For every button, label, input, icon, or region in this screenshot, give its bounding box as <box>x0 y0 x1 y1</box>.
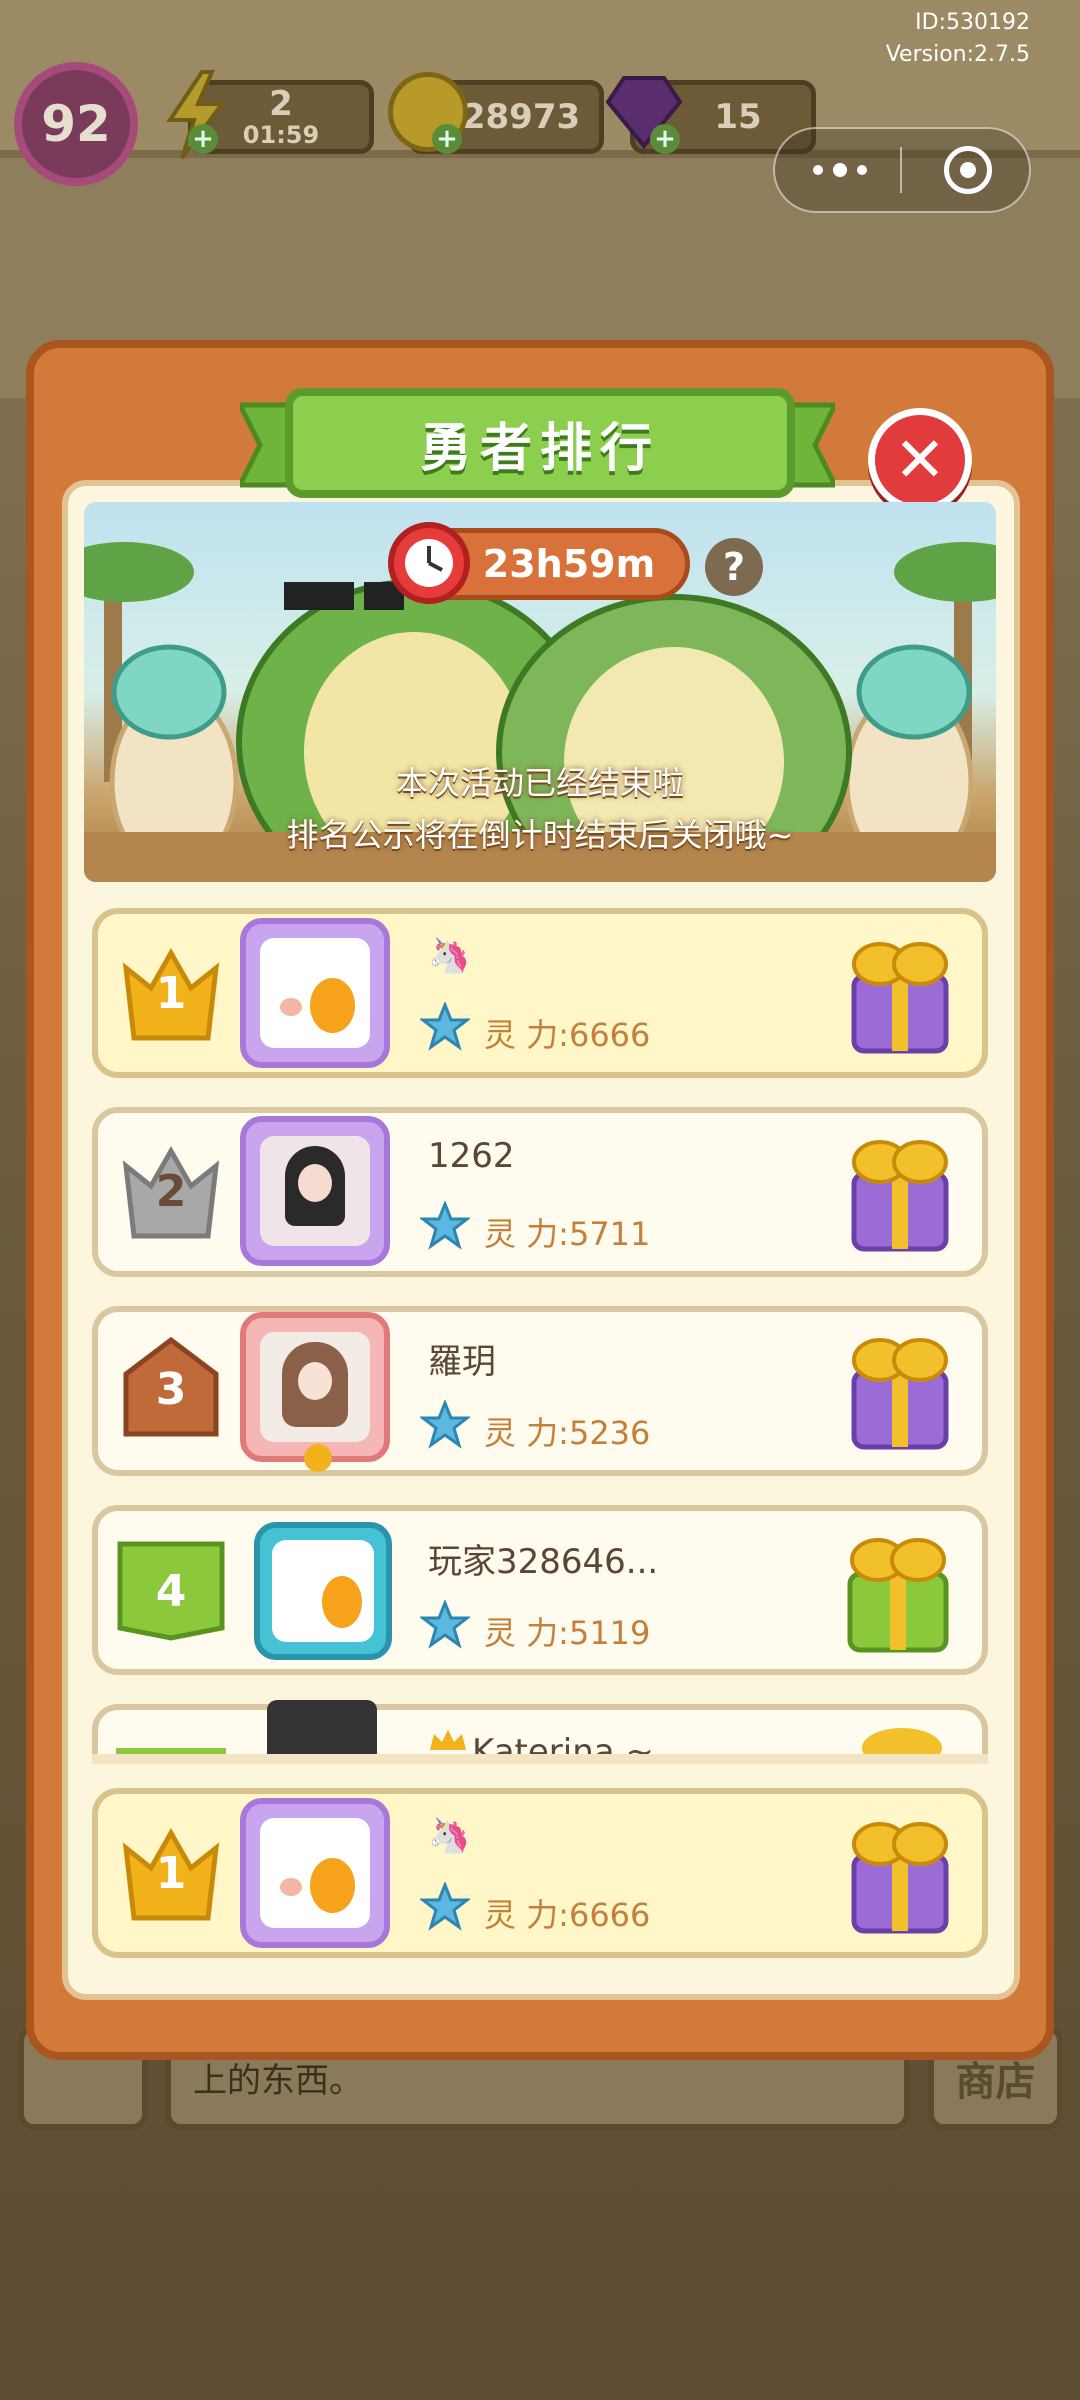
avatar-frame[interactable] <box>254 1522 392 1660</box>
rank-number: 3 <box>155 1363 187 1415</box>
plus-icon[interactable]: + <box>188 124 218 154</box>
purple-gift-icon[interactable] <box>840 1124 960 1252</box>
help-icon: ? <box>722 545 746 589</box>
duck-avatar <box>272 1540 374 1642</box>
cat-avatar-frame[interactable] <box>240 1312 390 1462</box>
plus-icon[interactable]: + <box>650 124 680 154</box>
more-options-icon[interactable] <box>800 150 880 190</box>
capsule-divider <box>900 147 902 193</box>
close-button[interactable]: ✕ <box>868 408 972 512</box>
modal-title: 勇者排行 <box>285 388 795 498</box>
spirit-power: 灵 力:6666 <box>484 1016 651 1054</box>
purple-gift-icon[interactable] <box>840 1322 960 1450</box>
spirit-power: 灵 力:5119 <box>484 1614 651 1652</box>
modal-title-text: 勇者排行 <box>419 418 660 479</box>
girl-avatar <box>260 1332 370 1442</box>
unicorn-avatar-frame[interactable] <box>240 1798 390 1948</box>
spirit-power: 灵 力:6666 <box>484 1896 651 1934</box>
player-name: 1262 <box>428 1136 515 1176</box>
gold-crown-badge: 1 <box>116 938 226 1048</box>
level-badge[interactable]: 92 <box>14 62 138 186</box>
crown-icon <box>428 1728 468 1752</box>
green-rank-badge: 4 <box>116 1536 226 1646</box>
unicorn-avatar-frame[interactable] <box>240 1116 390 1266</box>
spirit-power: 灵 力:5236 <box>484 1414 651 1452</box>
star-icon <box>418 1000 472 1052</box>
star-icon <box>418 1398 472 1450</box>
purple-gift-icon[interactable] <box>840 1806 960 1934</box>
purple-gift-icon[interactable] <box>840 926 960 1054</box>
duck-avatar <box>260 938 370 1048</box>
silver-crown-badge: 2 <box>116 1136 226 1246</box>
gold-crown-badge: 1 <box>116 1818 226 1928</box>
help-button[interactable]: ? <box>705 538 763 596</box>
lock-icon <box>304 1444 332 1472</box>
close-miniprogram-icon[interactable] <box>944 146 992 194</box>
bronze-badge: 3 <box>116 1334 226 1444</box>
player-name: 🦄 <box>428 936 471 976</box>
ranking-close-notice: 排名公示将在倒计时结束后关闭哦~ <box>286 816 794 854</box>
list-divider <box>92 1754 988 1764</box>
alarm-clock-icon <box>388 522 470 604</box>
star-icon <box>418 1199 472 1251</box>
background-dialog-text: 上的东西。 <box>193 2061 363 2101</box>
rank-number: 2 <box>155 1165 187 1217</box>
avatar-frame <box>267 1700 377 1760</box>
level-value: 92 <box>41 95 111 153</box>
duck-avatar <box>260 1818 370 1928</box>
countdown-value: 23h59m <box>482 542 656 586</box>
unicorn-avatar-frame[interactable] <box>240 918 390 1068</box>
rank-number: 4 <box>155 1565 187 1617</box>
player-id: ID:530192 <box>915 10 1030 35</box>
player-name: 玩家328646... <box>428 1542 659 1582</box>
event-ended-notice: 本次活动已经结束啦 <box>395 764 684 802</box>
green-gift-icon[interactable] <box>836 1520 956 1653</box>
plus-icon[interactable]: + <box>432 124 462 154</box>
player-name: 🦄 <box>428 1816 471 1856</box>
girl-avatar <box>260 1136 370 1246</box>
rank-number: 1 <box>155 967 187 1019</box>
close-icon: ✕ <box>894 423 946 496</box>
star-icon <box>418 1598 472 1650</box>
gem-value: 15 <box>714 97 762 137</box>
star-icon <box>418 1880 472 1932</box>
ranking-row-partial[interactable]: Katerina ~ <box>92 1700 988 1760</box>
player-name: 羅玥 <box>428 1342 496 1382</box>
spirit-power: 灵 力:5711 <box>484 1215 651 1253</box>
rank-number: 1 <box>155 1847 187 1899</box>
energy-timer: 01:59 <box>242 121 320 149</box>
energy-value: 2 <box>269 84 293 124</box>
version-label: Version:2.7.5 <box>885 42 1030 67</box>
